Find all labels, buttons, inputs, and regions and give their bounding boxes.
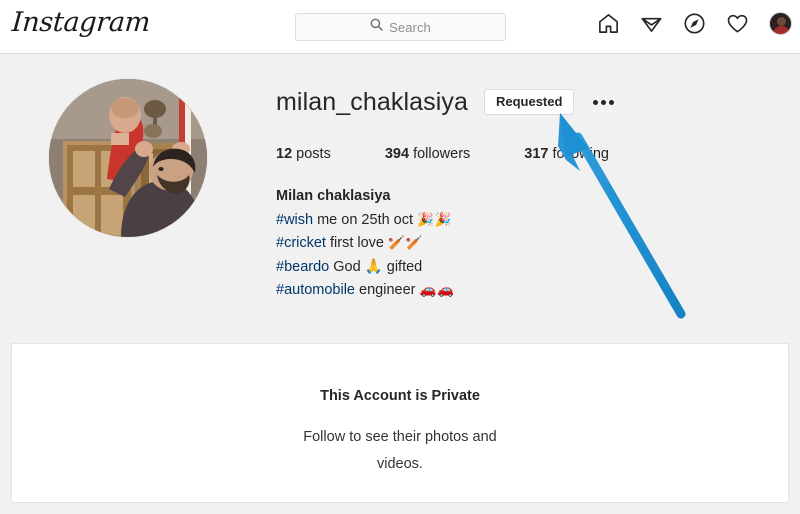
private-account-title: This Account is Private: [320, 388, 480, 404]
bio-line: #automobile engineer 🚗🚗: [276, 279, 776, 303]
profile-avatar[interactable]: [768, 11, 792, 35]
bio-full-name: Milan chaklasiya: [276, 188, 391, 204]
hashtag-link[interactable]: #wish: [276, 212, 313, 228]
bio-emoji: 🏏🏏: [388, 235, 424, 251]
hashtag-link[interactable]: #cricket: [276, 235, 326, 251]
top-navigation-bar: Instagram Search: [0, 0, 800, 54]
username-row: milan_chaklasiya Requested: [276, 85, 776, 119]
profile-picture[interactable]: [49, 79, 207, 237]
private-account-subtitle: Follow to see their photos and videos.: [303, 429, 497, 472]
posts-label: posts: [296, 146, 331, 162]
requested-button[interactable]: Requested: [483, 89, 575, 115]
stat-posts[interactable]: 12 posts: [276, 146, 331, 162]
bio-text: me on 25th oct: [313, 211, 418, 228]
avatar-body-shape: [772, 25, 790, 34]
bio-line: #beardo God 🙏 gifted: [276, 256, 776, 280]
dot-1: [593, 99, 599, 105]
hashtag-link[interactable]: #automobile: [276, 282, 355, 298]
bio-line: #cricket first love 🏏🏏: [276, 232, 776, 256]
bio-text: engineer: [355, 282, 420, 298]
dot-2: [601, 99, 607, 105]
profile-stats: 12 posts 394 followers 317 following: [276, 146, 776, 162]
search-input[interactable]: Search: [295, 13, 506, 41]
posts-count: 12: [276, 146, 293, 162]
bio-text: first love: [325, 235, 389, 251]
followers-label: followers: [413, 146, 471, 162]
explore-compass-icon[interactable]: [682, 11, 706, 35]
instagram-logo[interactable]: Instagram: [11, 7, 151, 38]
profile-bio: Milan chaklasiya #wish me on 25th oct 🎉🎉…: [276, 185, 776, 303]
nav-icon-group: [596, 11, 792, 35]
activity-heart-icon[interactable]: [725, 11, 749, 35]
bio-text: God 🙏 gifted: [329, 258, 423, 275]
page-title: milan_chaklasiya: [276, 88, 468, 116]
private-account-card: This Account is Private Follow to see th…: [11, 343, 789, 503]
profile-header-section: milan_chaklasiya Requested 12 posts 394 …: [0, 55, 800, 330]
stat-following[interactable]: 317 following: [524, 146, 609, 162]
bio-emoji: 🎉🎉: [417, 211, 453, 228]
home-icon[interactable]: [596, 11, 620, 35]
dot-3: [609, 99, 615, 105]
followers-count: 394: [384, 146, 410, 162]
bio-line: #wish me on 25th oct 🎉🎉: [276, 209, 776, 233]
direct-paper-plane-icon[interactable]: [639, 11, 663, 35]
hashtag-link[interactable]: #beardo: [276, 259, 329, 275]
search-icon: [370, 18, 383, 36]
avatar-head-shape: [776, 16, 786, 26]
profile-details: milan_chaklasiya Requested 12 posts 394 …: [276, 85, 776, 303]
more-options-icon[interactable]: [591, 96, 616, 109]
bio-emoji: 🚗🚗: [419, 282, 456, 298]
following-label: following: [552, 146, 609, 162]
following-count: 317: [524, 146, 549, 162]
stat-followers[interactable]: 394 followers: [385, 146, 470, 162]
search-placeholder: Search: [389, 19, 431, 35]
